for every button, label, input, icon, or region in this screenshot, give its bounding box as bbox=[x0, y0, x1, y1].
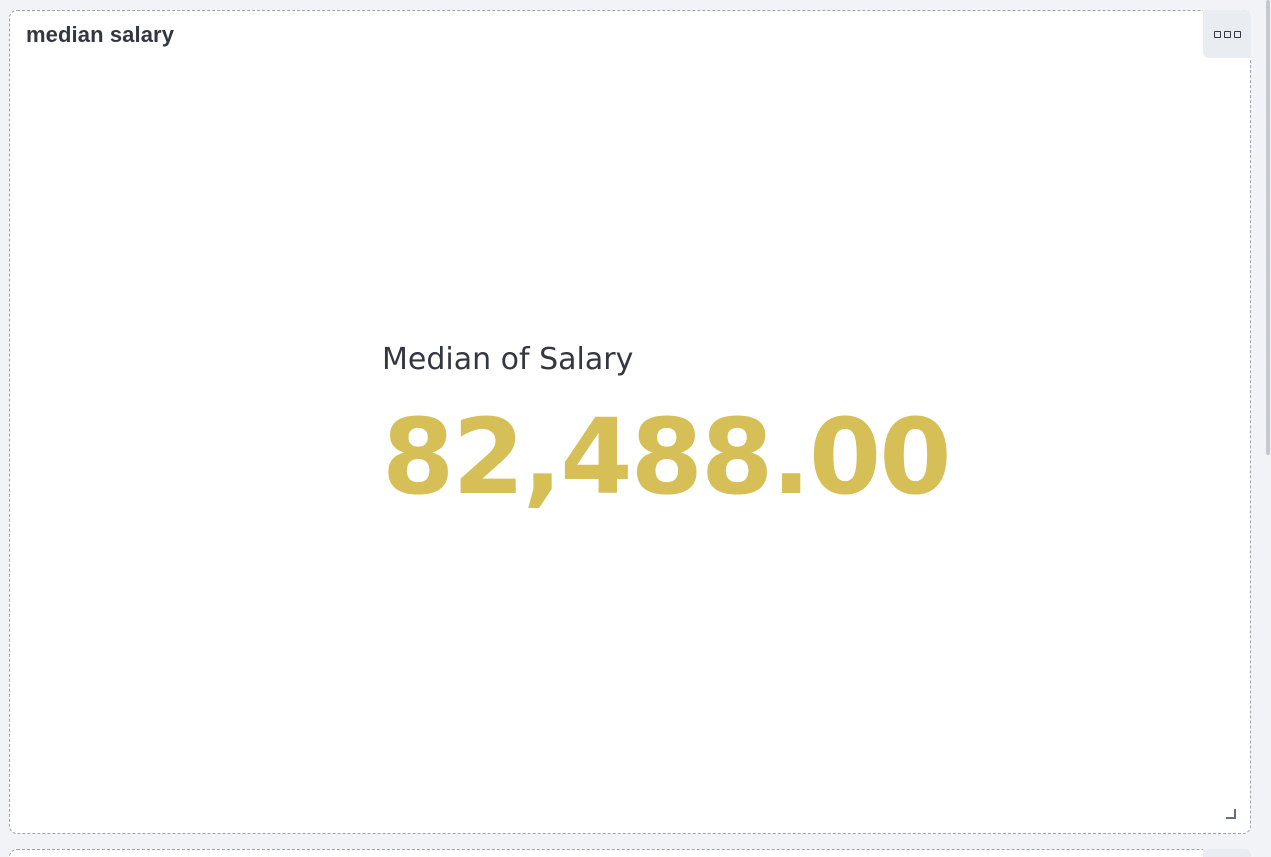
panel-title: median salary bbox=[26, 22, 175, 47]
next-panel bbox=[9, 849, 1251, 857]
ellipsis-boxes-icon bbox=[1213, 30, 1221, 38]
panel-options-button[interactable] bbox=[1203, 10, 1251, 58]
scrollbar-thumb[interactable] bbox=[1266, 0, 1270, 455]
metric-visualization: Median of Salary 82,488.00 bbox=[382, 342, 952, 518]
metric-label: Median of Salary bbox=[382, 342, 634, 377]
page-scrollbar[interactable] bbox=[1263, 0, 1271, 857]
metric-value: 82,488.00 bbox=[382, 396, 952, 518]
ellipsis-boxes-icon bbox=[1223, 30, 1231, 38]
dashboard-viewport: median salary Median of Salary 82,488.00 bbox=[0, 0, 1271, 857]
ellipsis-boxes-icon bbox=[1233, 30, 1241, 38]
resize-corner-icon[interactable] bbox=[1226, 809, 1236, 819]
metric-panel: median salary Median of Salary 82,488.00 bbox=[9, 10, 1251, 834]
next-panel-options-button[interactable] bbox=[1203, 849, 1251, 857]
